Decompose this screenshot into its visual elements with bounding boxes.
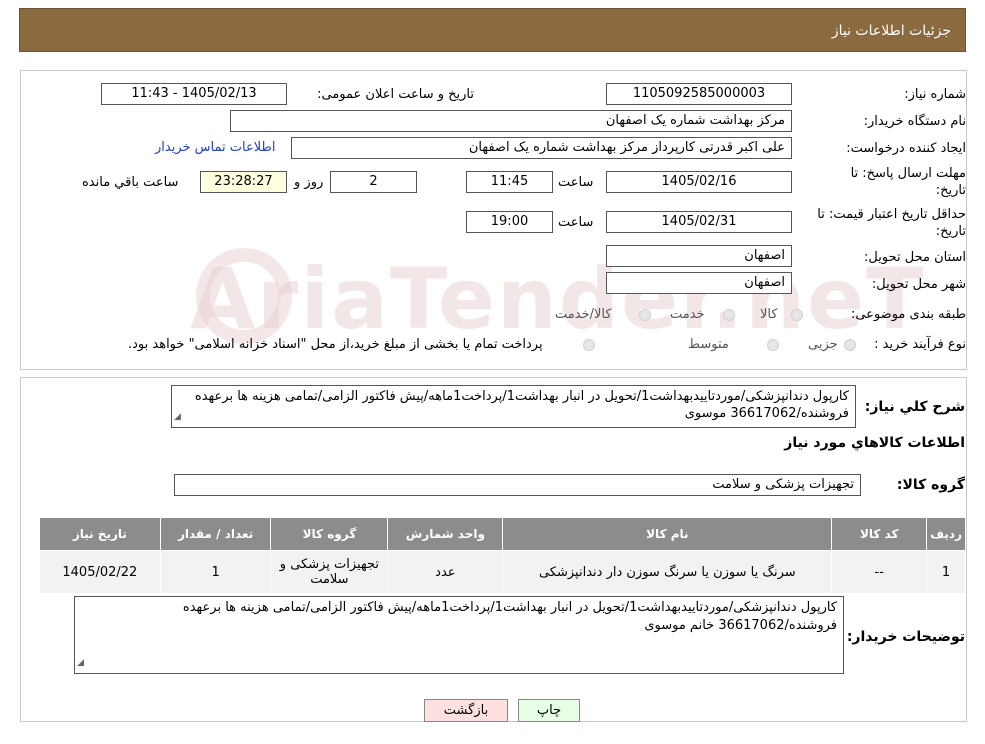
treasury-note: پرداخت تمام یا بخشی از مبلغ خرید،از محل … (128, 337, 543, 352)
col-name: نام کالا (502, 517, 833, 551)
buyer-notes-label: توضیحات خریدار: (846, 629, 965, 645)
goods-group-label: گروه کالا: (896, 477, 965, 493)
cell-date: 1405/02/22 (39, 550, 161, 594)
category-service-label: خدمت (670, 307, 705, 322)
table-header-row: ردیف کد کالا نام کالا واحد شمارش گروه کا… (39, 517, 966, 551)
col-row: ردیف (926, 517, 966, 551)
price-validity-label-2: تاریخ: (935, 224, 966, 239)
requester-field: علی اکبر قدرتی کارپرداز مرکز بهداشت شمار… (291, 137, 792, 159)
category-service-radio[interactable] (723, 309, 735, 321)
treasury-checkbox[interactable] (583, 339, 595, 351)
buyer-contact-link[interactable]: اطلاعات تماس خریدار (155, 140, 275, 155)
cell-qty: 1 (159, 550, 272, 594)
city-label: شهر محل تحویل: (871, 277, 966, 292)
items-table: ردیف کد کالا نام کالا واحد شمارش گروه کا… (39, 517, 966, 594)
reply-time-label: ساعت (558, 175, 594, 190)
description-text: کارپول دندانپزشکی/موردتاییدبهداشت1/تحویل… (194, 389, 849, 421)
price-validity-date-field: 1405/02/31 (606, 211, 792, 233)
process-medium-label: متوسط (688, 337, 729, 352)
reply-date-field: 1405/02/16 (606, 171, 792, 193)
province-label: استان محل تحویل: (864, 250, 966, 265)
goods-group-field: تجهیزات پزشکی و سلامت (174, 474, 861, 496)
col-date: تاریخ نیاز (39, 517, 161, 551)
cell-row: 1 (926, 550, 966, 594)
buyer-org-field: مرکز بهداشت شماره یک اصفهان (230, 110, 792, 132)
process-label: نوع فرآیند خرید : (874, 337, 966, 352)
remaining-label: ساعت باقي مانده (82, 175, 179, 190)
col-code: کد کالا (831, 517, 928, 551)
back-button[interactable]: بازگشت (424, 699, 508, 722)
cell-unit: عدد (387, 550, 504, 594)
price-validity-label-1: حداقل تاریخ اعتبار قیمت: تا (817, 207, 966, 222)
description-textarea[interactable]: کارپول دندانپزشکی/موردتاییدبهداشت1/تحویل… (171, 385, 856, 428)
process-minor-label: جزیی (808, 337, 838, 352)
buyer-org-label: نام دستگاه خریدار: (863, 114, 966, 129)
cell-code: -- (831, 550, 928, 594)
cell-group: تجهیزات پزشکی و سلامت (270, 550, 389, 594)
reply-deadline-label-2: تاریخ: (935, 183, 966, 198)
table-row: 1 -- سرنگ یا سوزن یا سرنگ سوزن دار دندان… (39, 550, 966, 594)
price-validity-time-field: 19:00 (466, 211, 553, 233)
process-medium-radio[interactable] (767, 339, 779, 351)
buyer-notes-textarea[interactable]: کارپول دندانپزشکی/موردتاییدبهداشت1/تحویل… (74, 596, 844, 674)
days-field: 2 (330, 171, 417, 193)
col-unit: واحد شمارش (387, 517, 504, 551)
cell-name: سرنگ یا سوزن یا سرنگ سوزن دار دندانپزشکی (502, 550, 833, 594)
page-header: جزئیات اطلاعات نیاز (19, 8, 966, 52)
province-field: اصفهان (606, 245, 792, 267)
reply-time-field: 11:45 (466, 171, 553, 193)
description-label: شرح کلي نياز: (864, 399, 965, 415)
announce-label: تاریخ و ساعت اعلان عمومی: (317, 87, 474, 102)
resize-handle-icon[interactable]: ◢ (174, 409, 181, 426)
category-goods-service-radio[interactable] (639, 309, 651, 321)
category-goods-service-label: کالا/خدمت (555, 307, 612, 322)
need-number-field: 1105092585000003 (606, 83, 792, 105)
price-validity-time-label: ساعت (558, 215, 594, 230)
items-section-title: اطلاعات کالاهاي مورد نياز (784, 435, 965, 451)
print-button[interactable]: چاپ (518, 699, 580, 722)
col-group: گروه کالا (270, 517, 389, 551)
category-goods-label: کالا (760, 307, 778, 322)
category-label: طبقه بندی موضوعی: (850, 307, 966, 322)
city-field: اصفهان (606, 272, 792, 294)
announce-field: 1405/02/13 - 11:43 (101, 83, 287, 105)
process-minor-radio[interactable] (844, 339, 856, 351)
need-number-label: شماره نیاز: (904, 87, 966, 102)
remaining-time-field: 23:28:27 (200, 171, 287, 193)
page-title: جزئیات اطلاعات نیاز (831, 23, 951, 39)
days-label: روز و (294, 175, 324, 190)
col-qty: تعداد / مقدار (159, 517, 272, 551)
resize-handle-icon[interactable]: ◢ (77, 654, 84, 672)
requester-label: ایجاد کننده درخواست: (846, 141, 966, 156)
category-goods-radio[interactable] (791, 309, 803, 321)
buyer-notes-text: کارپول دندانپزشکی/موردتاییدبهداشت1/تحویل… (182, 600, 837, 633)
reply-deadline-label-1: مهلت ارسال پاسخ: تا (850, 166, 966, 181)
